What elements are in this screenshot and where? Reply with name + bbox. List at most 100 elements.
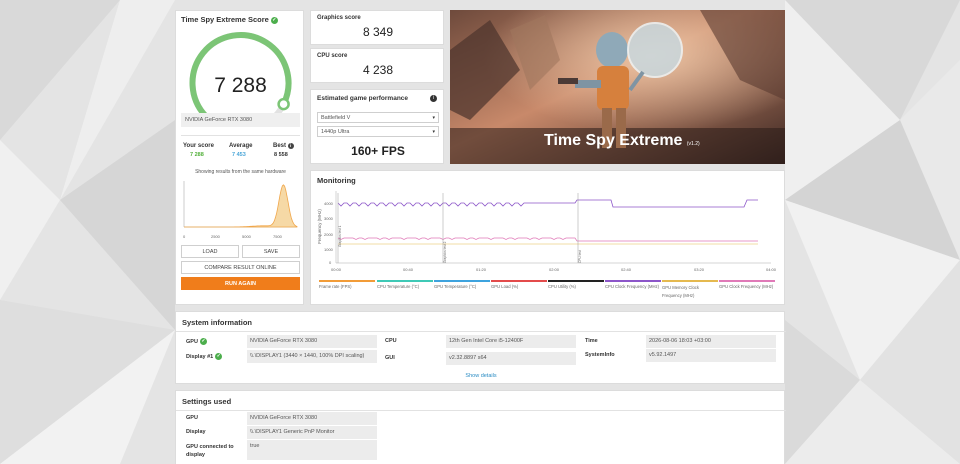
system-information-panel: System information GPU ✓ NVIDIA GeForce R… <box>175 311 786 384</box>
divider <box>176 331 786 332</box>
sysinfo-display-label: Display #1 ✓ <box>186 353 223 360</box>
info-icon[interactable]: i <box>287 143 294 149</box>
hist-tick-1: 2500 <box>211 234 220 239</box>
settings-gpu-value: NVIDIA GeForce RTX 3080 <box>247 412 377 425</box>
marker-label-cpu-test: CPU test <box>578 250 582 263</box>
legend-swatch-gpu-load <box>491 280 547 282</box>
check-icon: ✓ <box>270 16 278 24</box>
legend-swatch-gpu-temperature <box>434 280 490 282</box>
fps-value: 160+ FPS <box>351 144 405 158</box>
settings-used-title: Settings used <box>182 397 232 406</box>
hist-tick-2: 5000 <box>242 234 251 239</box>
caret-down-icon: ▾ <box>432 129 435 135</box>
compare-result-online-button[interactable]: COMPARE RESULT ONLINE <box>181 261 300 274</box>
legend-gpu-load[interactable]: GPU Load (%) <box>491 284 518 289</box>
hero-title: Time Spy Extreme (v1.2) <box>544 132 700 149</box>
y-tick-3000: 3000 <box>324 216 333 221</box>
graphics-score-value: 8 349 <box>362 25 394 39</box>
hist-tick-0: 0 <box>183 234 186 239</box>
your-score-label: Your score <box>183 143 214 149</box>
game-select[interactable]: Battlefield V ▾ <box>317 112 439 123</box>
settings-gpu-connected-label: GPU connected to display <box>186 444 234 458</box>
settings-display-label: Display <box>186 429 206 435</box>
settings-display-value: \\.\DISPLAY1 Generic PnP Monitor <box>247 426 377 439</box>
divider <box>181 135 300 136</box>
y-tick-1000: 1000 <box>324 247 333 252</box>
sysinfo-gui-value: v2.32.8897 s64 <box>446 352 576 365</box>
cpu-score-value: 4 238 <box>362 63 394 77</box>
y-tick-4000: 4000 <box>324 201 333 206</box>
legend-frame-rate[interactable]: Frame rate (FPS) <box>319 284 352 289</box>
legend-swatch-cpu-clock <box>605 280 661 282</box>
game-performance-card: Estimated game performance i Battlefield… <box>310 89 444 164</box>
info-icon[interactable]: i <box>430 95 437 102</box>
x-tick: 03:20 <box>694 267 705 272</box>
x-tick: 04:00 <box>766 267 777 272</box>
marker-label-graphics-test-1: Graphics test 1 <box>338 225 342 247</box>
graphics-score-card: Graphics score 8 349 <box>310 10 444 45</box>
sysinfo-time-value: 2026-08-06 18:03 +03:00 <box>646 335 776 348</box>
legend-swatch-gpu-memory-clock <box>662 280 718 282</box>
y-tick-2000: 2000 <box>324 232 333 237</box>
caret-down-icon: ▾ <box>432 115 435 121</box>
your-score-value: 7 288 <box>190 152 204 158</box>
hero-image: Time Spy Extreme (v1.2) <box>450 10 785 164</box>
load-button[interactable]: LOAD <box>181 245 239 258</box>
legend-gpu-clock[interactable]: GPU Clock Frequency (MHz) <box>719 284 773 289</box>
score-histogram <box>183 181 298 228</box>
sysinfo-cpu-label: CPU <box>385 338 397 344</box>
legend-swatch-frame-rate <box>319 280 375 282</box>
legend-swatch-cpu-temperature <box>377 280 433 282</box>
average-label: Average <box>229 143 253 149</box>
legend-cpu-clock[interactable]: CPU Clock Frequency (MHz) <box>605 284 659 289</box>
monitoring-panel: Monitoring Frequency (MHz) 4000 3000 200… <box>310 170 785 305</box>
settings-used-panel: Settings used GPU NVIDIA GeForce RTX 308… <box>175 390 786 464</box>
sysinfo-gpu-label: GPU ✓ <box>186 338 207 345</box>
sysinfo-gpu-value: NVIDIA GeForce RTX 3080 <box>247 335 377 348</box>
marker-label-graphics-test-2: Graphics test 2 <box>443 241 447 263</box>
sysinfo-systeminfo-label: SystemInfo <box>585 352 615 358</box>
x-tick: 00:40 <box>403 267 414 272</box>
monitoring-y-label: Frequency (MHz) <box>316 209 322 244</box>
gpu-name-box: NVIDIA GeForce RTX 3080 <box>181 113 300 127</box>
settings-gpu-connected-value: true <box>247 440 377 460</box>
divider <box>176 410 786 411</box>
cpu-score-card: CPU score 4 238 <box>310 48 444 83</box>
system-information-title: System information <box>182 318 253 327</box>
graphics-score-label: Graphics score <box>317 15 361 21</box>
run-again-button[interactable]: RUN AGAIN <box>181 277 300 290</box>
x-tick: 02:00 <box>549 267 560 272</box>
legend-gpu-memory-clock[interactable]: GPU Memory Clock Frequency (MHz) <box>662 284 718 300</box>
x-tick: 02:40 <box>621 267 632 272</box>
hist-tick-3: 7500 <box>273 234 282 239</box>
show-details-link[interactable]: Show details <box>176 373 786 379</box>
gpu-name: NVIDIA GeForce RTX 3080 <box>185 117 253 123</box>
sysinfo-cpu-value: 12th Gen Intel Core i5-12400F <box>446 335 576 348</box>
gauge-knob <box>277 97 290 111</box>
best-label: Best i <box>273 143 294 149</box>
game-performance-title: Estimated game performance <box>317 95 409 102</box>
check-icon: ✓ <box>199 338 207 345</box>
legend-swatch-gpu-clock <box>719 280 775 282</box>
legend-swatch-cpu-utility <box>548 280 604 282</box>
score-value: 7 288 <box>214 74 267 97</box>
average-value: 7 453 <box>232 152 246 158</box>
y-tick-0: 0 <box>329 260 332 265</box>
preset-select[interactable]: 1440p Ultra ▾ <box>317 126 439 137</box>
gpu-clock-line <box>337 237 758 242</box>
sysinfo-display-value: \\.\DISPLAY1 (3440 × 1440, 100% DPI scal… <box>247 350 377 363</box>
histogram-note: Showing results from the same hardware <box>195 169 286 175</box>
best-value: 8 558 <box>274 152 288 158</box>
sysinfo-systeminfo-value: v5.92.1497 <box>646 349 776 362</box>
legend-gpu-temperature[interactable]: GPU Temperature (°C) <box>434 284 476 289</box>
legend-cpu-temperature[interactable]: CPU Temperature (°C) <box>377 284 419 289</box>
cpu-clock-line <box>337 199 758 208</box>
x-tick: 01:20 <box>476 267 487 272</box>
score-card: Time Spy Extreme Score ✓ 7 288 NVIDIA GeF… <box>175 10 304 305</box>
score-title: Time Spy Extreme Score ✓ <box>181 15 278 24</box>
sysinfo-gui-label: GUI <box>385 355 395 361</box>
save-button[interactable]: SAVE <box>242 245 300 258</box>
legend-cpu-utility[interactable]: CPU Utility (%) <box>548 284 576 289</box>
check-icon: ✓ <box>215 353 223 360</box>
x-tick: 00:00 <box>331 267 342 272</box>
